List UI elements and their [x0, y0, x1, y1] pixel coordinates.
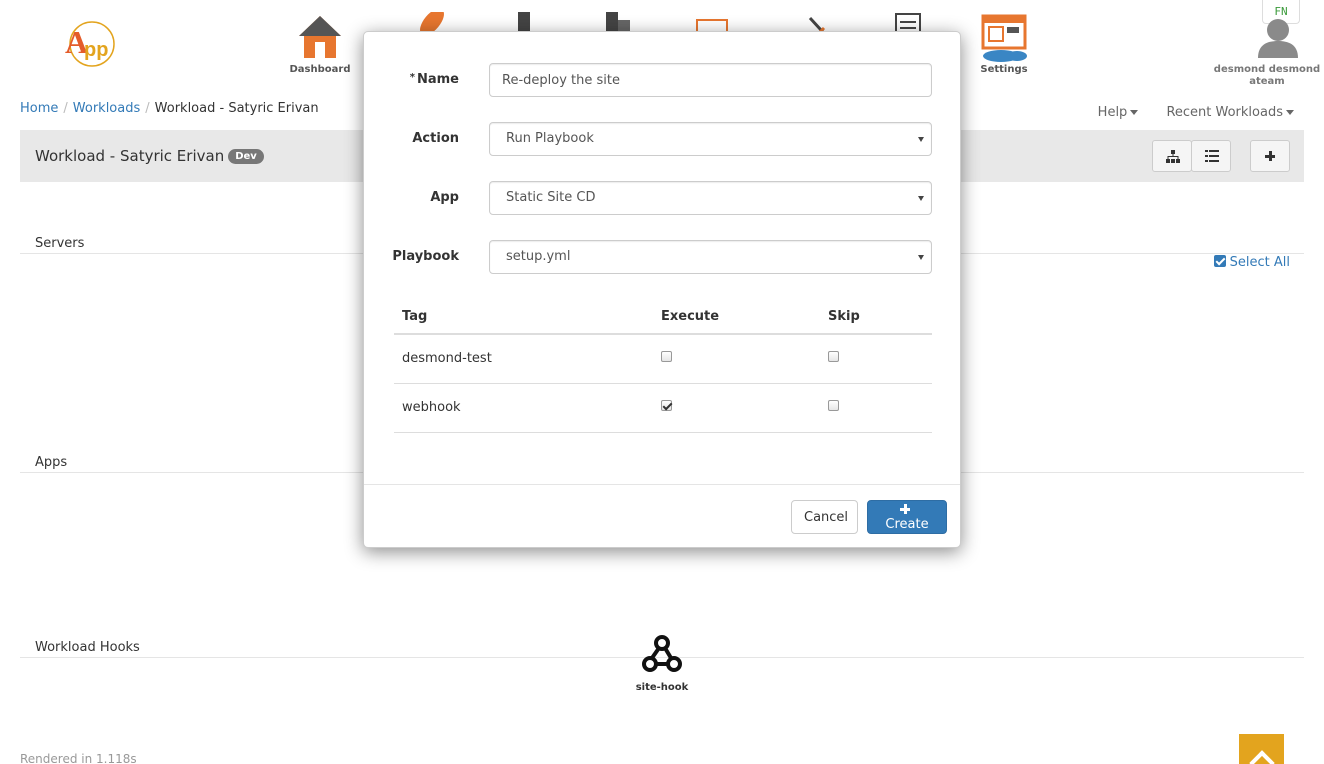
create-action-modal: *Name Action Run Playbook App Static Sit… [363, 31, 961, 548]
select-caret-icon [918, 196, 924, 201]
app-select[interactable]: Static Site CD [489, 181, 932, 215]
name-label: * Name [410, 72, 459, 87]
create-button-label: Create [885, 517, 929, 532]
execute-cell [653, 383, 820, 433]
column-header-execute: Execute [653, 299, 820, 335]
name-row: * Name [364, 63, 962, 97]
tag-name: webhook [394, 383, 653, 433]
column-header-skip: Skip [820, 299, 932, 335]
column-header-tag: Tag [394, 299, 653, 335]
create-button[interactable]: Create [867, 500, 947, 534]
skip-checkbox[interactable] [828, 351, 839, 363]
skip-cell [820, 383, 932, 433]
required-marker: * [409, 72, 415, 83]
table-row: desmond-test [394, 334, 932, 384]
select-caret-icon [918, 137, 924, 142]
action-row: Action Run Playbook [364, 122, 962, 156]
table-header-row: Tag Execute Skip [394, 299, 932, 335]
name-input[interactable] [489, 63, 932, 97]
skip-checkbox[interactable] [828, 400, 839, 411]
app-row: App Static Site CD [364, 181, 962, 215]
playbook-label: Playbook [392, 249, 459, 264]
action-select-value: Run Playbook [506, 131, 594, 146]
plus-icon [900, 504, 910, 514]
table-row: webhook [394, 383, 932, 433]
execute-checkbox[interactable] [661, 400, 672, 411]
name-label-text: Name [416, 72, 459, 87]
modal-footer: Cancel Create [364, 484, 960, 548]
app-label: App [430, 190, 459, 205]
app-select-value: Static Site CD [506, 190, 596, 205]
tag-name: desmond-test [394, 334, 653, 384]
skip-cell [820, 334, 932, 384]
execute-checkbox[interactable] [661, 351, 672, 363]
playbook-select-value: setup.yml [506, 249, 571, 264]
playbook-row: Playbook setup.yml [364, 240, 962, 274]
action-label: Action [412, 131, 459, 146]
cancel-button[interactable]: Cancel [791, 500, 858, 534]
action-select[interactable]: Run Playbook [489, 122, 932, 156]
select-caret-icon [918, 255, 924, 260]
tags-table: Tag Execute Skip desmond-test webhook [394, 299, 932, 433]
execute-cell [653, 334, 820, 384]
playbook-select[interactable]: setup.yml [489, 240, 932, 274]
